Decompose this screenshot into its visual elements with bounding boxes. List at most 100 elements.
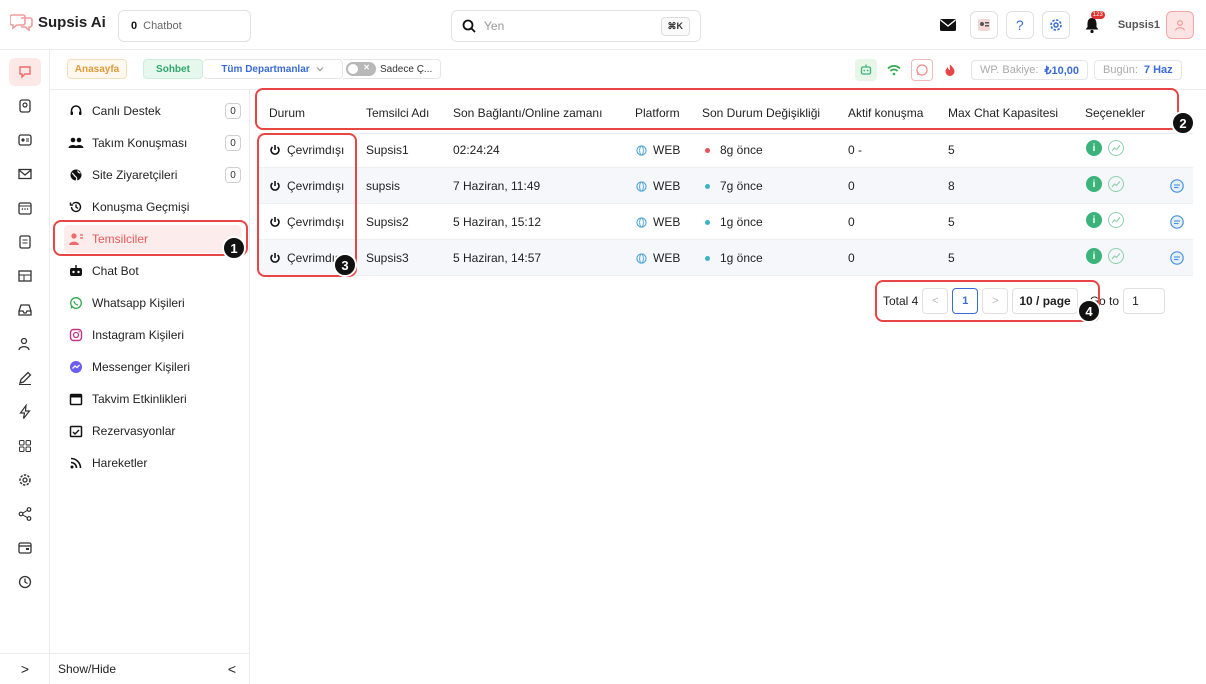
notes-icon (19, 235, 31, 249)
tab-home[interactable]: Anasayfa (67, 59, 127, 79)
sidebar-item-team-chat[interactable]: Takım Konuşması 0 (64, 129, 241, 157)
username[interactable]: Supsis1 (1118, 19, 1160, 31)
sidebar-item-label: Site Ziyaretçileri (92, 168, 178, 182)
search-input[interactable]: Yen (484, 19, 653, 33)
whatsapp-status[interactable] (911, 59, 933, 81)
rail-automation[interactable] (9, 398, 41, 426)
info-icon[interactable]: i (1086, 212, 1102, 228)
rail-tickets[interactable] (9, 262, 41, 290)
sidebar-item-reservations[interactable]: Rezervasyonlar (64, 417, 241, 445)
brand-logo[interactable]: Supsis Ai (10, 10, 106, 34)
bot-status[interactable] (855, 59, 877, 81)
stats-icon[interactable] (1108, 248, 1124, 264)
agent-name: Supsis1 (366, 143, 409, 157)
search-shortcut: ⌘K (660, 16, 690, 36)
rail-notes[interactable] (9, 228, 41, 256)
help-button[interactable]: ? (1005, 11, 1034, 39)
brand-name: Supsis Ai (38, 13, 106, 31)
notifications-button[interactable]: 123 (1078, 11, 1106, 39)
table-row[interactable]: Çevrimdışı Supsis2 5 Haziran, 15:12 WEB … (258, 204, 1193, 240)
max-capacity: 8 (948, 179, 955, 193)
rail-history[interactable] (9, 568, 41, 596)
sidebar-item-chat-bot[interactable]: Chat Bot (64, 257, 241, 285)
app-root: Supsis Ai 0 Chatbot Yen ⌘K ? 123 Supsis1… (0, 0, 1206, 684)
sidebar-item-messenger-contacts[interactable]: Messenger Kişileri (64, 353, 241, 381)
max-capacity: 5 (948, 251, 955, 265)
whatsapp-icon (68, 295, 84, 311)
info-icon[interactable]: i (1086, 248, 1102, 264)
table-row[interactable]: Çevrimdışı Supsis3 5 Haziran, 14:57 WEB … (258, 240, 1193, 276)
sidebar-item-activities[interactable]: Hareketler (64, 449, 241, 477)
toggle-switch[interactable]: ✕ (346, 62, 376, 76)
user-avatar[interactable] (1166, 11, 1194, 39)
whatsapp-status-icon (916, 64, 928, 76)
rail-contacts[interactable] (9, 92, 41, 120)
platform-cell: WEB (636, 143, 680, 157)
stats-icon[interactable] (1108, 176, 1124, 192)
row-options: i (1086, 140, 1124, 156)
wp-balance-value: ₺10,00 (1044, 64, 1080, 77)
message-icon[interactable] (1169, 250, 1185, 271)
contacts-icon (19, 99, 31, 113)
show-hide-label: Show/Hide (58, 662, 117, 676)
stats-icon[interactable] (1108, 212, 1124, 228)
icon-rail (0, 50, 50, 684)
annotation-box-1 (53, 220, 248, 256)
goto-page-input[interactable]: 1 (1123, 288, 1166, 314)
search-box[interactable]: Yen ⌘K (451, 10, 701, 42)
rail-settings[interactable] (9, 466, 41, 494)
rail-calendar[interactable] (9, 194, 41, 222)
stats-icon[interactable] (1108, 140, 1124, 156)
rail-edit[interactable] (9, 364, 41, 392)
rail-apps[interactable] (9, 432, 41, 460)
row-options: i (1086, 212, 1124, 228)
table-row[interactable]: Çevrimdışı supsis 7 Haziran, 11:49 WEB 7… (258, 168, 1193, 204)
department-select[interactable]: Tüm Departmanlar (203, 59, 343, 79)
tab-chat[interactable]: Sohbet (143, 59, 203, 79)
sidebar-item-calendar-events[interactable]: Takvim Etkinlikleri (64, 385, 241, 413)
logo-icon (10, 14, 33, 32)
active-chats: 0 (848, 179, 855, 193)
headset-icon (68, 103, 84, 119)
info-icon[interactable]: i (1086, 140, 1102, 156)
annotation-marker-1: 1 (222, 236, 246, 260)
show-hide-toggle[interactable]: Show/Hide < (50, 653, 250, 684)
row-options: i (1086, 176, 1124, 192)
sidebar-item-site-visitors[interactable]: Site Ziyaretçileri 0 (64, 161, 241, 189)
rail-expand-button[interactable]: > (0, 653, 50, 684)
only-mine-toggle[interactable]: ✕ Sadece Ç... (343, 59, 441, 79)
wp-balance-label: WP. Bakiye: (980, 64, 1039, 76)
sidebar-item-whatsapp-contacts[interactable]: Whatsapp Kişileri (64, 289, 241, 317)
message-icon[interactable] (1169, 214, 1185, 235)
mail-button[interactable] (934, 11, 962, 39)
chatbot-counter[interactable]: 0 Chatbot (118, 10, 251, 42)
rail-billing[interactable] (9, 534, 41, 562)
table-row[interactable]: Çevrimdışı Supsis1 02:24:24 WEB 8g önce … (258, 132, 1193, 168)
rail-chat[interactable] (9, 58, 41, 86)
rail-inbox[interactable] (9, 296, 41, 324)
top-actions: ? 123 Supsis1 (926, 10, 1206, 40)
message-icon[interactable] (1169, 178, 1185, 199)
today-value: 7 Haz (1143, 64, 1173, 76)
live-support-count: 0 (225, 103, 241, 119)
rail-users[interactable] (9, 330, 41, 358)
change-dot (705, 255, 710, 261)
annotation-marker-2: 2 (1171, 111, 1195, 135)
rail-mail[interactable] (9, 160, 41, 188)
rail-share[interactable] (9, 500, 41, 528)
sidebar-item-live-support[interactable]: Canlı Destek 0 (64, 97, 241, 125)
info-icon[interactable]: i (1086, 176, 1102, 192)
bot-status-icon (860, 64, 872, 75)
change-dot (705, 147, 710, 153)
settings-button[interactable] (1041, 11, 1070, 39)
contact-card-button[interactable] (969, 11, 998, 39)
connection-status[interactable] (883, 59, 905, 81)
sidebar-item-conversation-history[interactable]: Konuşma Geçmişi (64, 193, 241, 221)
sidebar-item-label: Whatsapp Kişileri (92, 296, 185, 310)
rail-id-card[interactable] (9, 126, 41, 154)
sidebar-item-instagram-contacts[interactable]: Instagram Kişileri (64, 321, 241, 349)
bot-icon (68, 263, 84, 279)
platform-text: WEB (653, 251, 681, 265)
toggle-label: Sadece Ç... (380, 63, 433, 75)
alert-status[interactable] (939, 59, 961, 81)
